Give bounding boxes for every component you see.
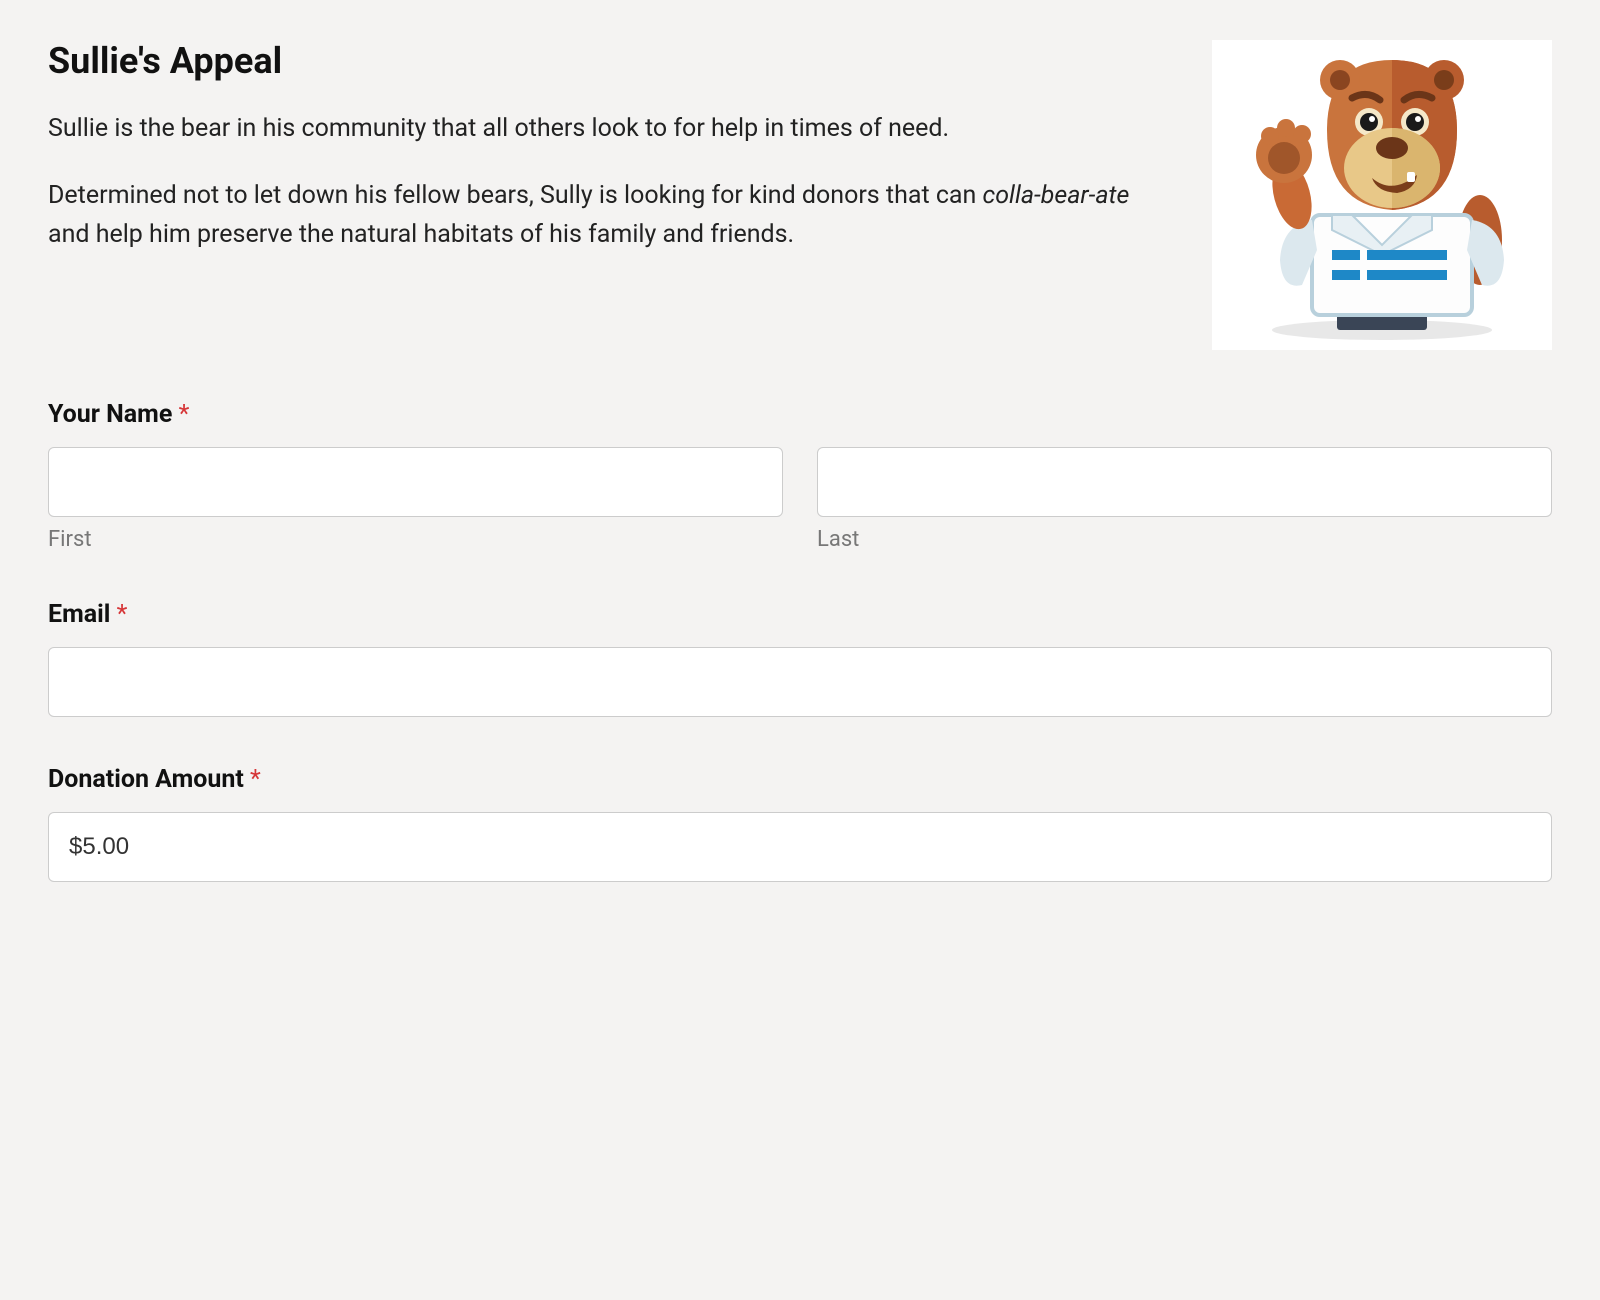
email-label: Email * <box>48 600 1552 629</box>
intro-paragraph-2: Determined not to let down his fellow be… <box>48 177 1172 255</box>
last-name-input[interactable] <box>817 447 1552 517</box>
bear-mascot-icon <box>1232 50 1532 340</box>
email-required-mark: * <box>117 600 128 629</box>
donation-label-text: Donation Amount <box>48 765 244 794</box>
intro-paragraph-2-italic: colla-bear-ate <box>983 181 1130 210</box>
donation-amount-input[interactable] <box>48 812 1552 882</box>
last-name-sublabel: Last <box>817 527 1552 552</box>
mascot-image <box>1212 40 1552 350</box>
name-label-text: Your Name <box>48 400 172 429</box>
donation-label: Donation Amount * <box>48 765 1552 794</box>
name-required-mark: * <box>179 400 190 429</box>
intro-paragraph-2-before: Determined not to let down his fellow be… <box>48 181 983 210</box>
intro-paragraph-2-after: and help him preserve the natural habita… <box>48 220 794 249</box>
intro-paragraph-1: Sullie is the bear in his community that… <box>48 110 1172 149</box>
page-title: Sullie's Appeal <box>48 40 1172 82</box>
email-label-text: Email <box>48 600 110 629</box>
first-name-sublabel: First <box>48 527 783 552</box>
email-input[interactable] <box>48 647 1552 717</box>
donation-required-mark: * <box>250 765 261 794</box>
first-name-input[interactable] <box>48 447 783 517</box>
name-label: Your Name * <box>48 400 1552 429</box>
